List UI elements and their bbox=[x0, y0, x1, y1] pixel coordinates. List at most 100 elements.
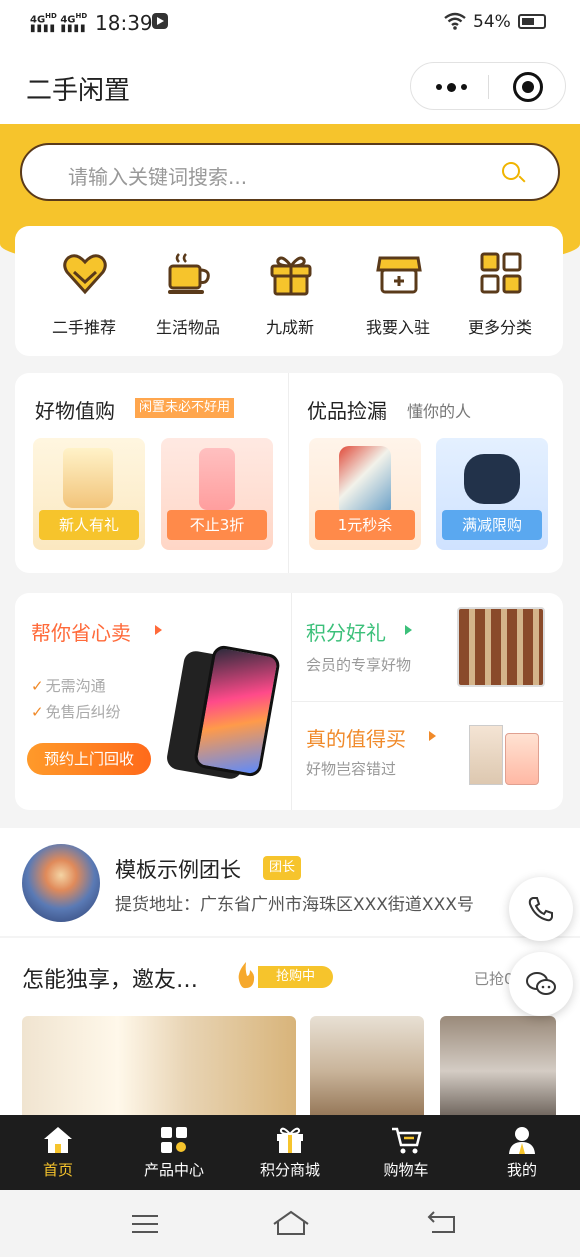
tab-label: 购物车 bbox=[383, 1161, 429, 1179]
recycle-button[interactable]: 预约上门回收 bbox=[27, 743, 151, 775]
product-image[interactable] bbox=[440, 1016, 556, 1126]
cup-icon bbox=[168, 253, 210, 294]
chat-icon bbox=[526, 972, 556, 995]
arrow-right-icon bbox=[429, 731, 436, 741]
check-label: 免售后纠纷 bbox=[45, 703, 121, 721]
phone-icon bbox=[528, 897, 553, 922]
arrow-right-icon bbox=[405, 625, 412, 635]
points-title[interactable]: 积分好礼 bbox=[306, 617, 386, 646]
flame-icon bbox=[238, 962, 255, 989]
category-panel: 二手推荐 生活物品 九成新 我要入驻 更多分类 bbox=[15, 226, 563, 356]
tab-label: 积分商城 bbox=[259, 1161, 320, 1179]
band-image bbox=[464, 454, 520, 504]
heart-icon bbox=[63, 254, 107, 295]
product-label: 1元秒杀 bbox=[315, 510, 415, 540]
close-target-icon[interactable] bbox=[513, 72, 543, 102]
grid-icon bbox=[480, 252, 522, 294]
worth-title[interactable]: 真的值得买 bbox=[306, 723, 406, 752]
menu-icon[interactable] bbox=[130, 1212, 160, 1236]
tab-product-center[interactable]: 产品中心 bbox=[116, 1115, 232, 1190]
check-item: ✓ 免售后纠纷 bbox=[31, 701, 121, 722]
category-item[interactable]: 二手推荐 bbox=[29, 226, 139, 356]
points-sub: 会员的专享好物 bbox=[306, 656, 412, 674]
lamp-image bbox=[63, 448, 113, 508]
miniprogram-capsule bbox=[410, 62, 566, 110]
chat-button[interactable] bbox=[509, 952, 573, 1016]
tab-label: 产品中心 bbox=[143, 1161, 204, 1179]
promo-panel: 帮你省心卖 ✓ 无需沟通 ✓ 免售后纠纷 预约上门回收 积分好礼 会员的专享好物 真… bbox=[15, 593, 563, 810]
check-label: 无需沟通 bbox=[45, 677, 106, 695]
tab-cart[interactable]: 购物车 bbox=[348, 1115, 464, 1190]
check-icon: ✓ bbox=[31, 677, 44, 695]
section-title: 怎能独享，邀友… bbox=[22, 968, 199, 993]
avatar bbox=[22, 844, 100, 922]
gift-icon bbox=[270, 256, 312, 296]
perfume-box-image bbox=[469, 725, 503, 785]
capsule-divider bbox=[488, 75, 489, 99]
sell-title[interactable]: 帮你省心卖 bbox=[31, 617, 131, 646]
deals-left-title[interactable]: 好物值购 bbox=[35, 395, 115, 424]
category-label: 我要入驻 bbox=[365, 318, 430, 337]
more-icon[interactable] bbox=[431, 77, 471, 97]
deals-panel: 好物值购 闲置未必不好用 优品捡漏 懂你的人 新人有礼 不止3折 1元秒杀 满减… bbox=[15, 373, 563, 573]
product-card[interactable]: 不止3折 bbox=[161, 438, 273, 550]
tab-bar: 首页 产品中心 积分商城 购物车 我的 bbox=[0, 1115, 580, 1190]
category-label: 二手推荐 bbox=[51, 318, 116, 337]
category-item[interactable]: 九成新 bbox=[235, 226, 345, 356]
leader-address: 提货地址：广东省广州市海珠区XXX街道XXX号 bbox=[115, 895, 474, 915]
status-badge: 抢购中 bbox=[258, 966, 334, 988]
product-center-icon bbox=[161, 1127, 187, 1153]
battery-percent: 54% bbox=[473, 12, 511, 32]
signal-icon: 4GHD 4GHD ▮▮▮▮ ▮▮▮▮ bbox=[30, 12, 88, 35]
deals-left-tag: 闲置未必不好用 bbox=[135, 398, 235, 418]
dress-image bbox=[339, 446, 391, 512]
category-label: 更多分类 bbox=[467, 318, 532, 337]
group-buy-section: 怎能独享，邀友… 抢购中 已抢0 bbox=[0, 938, 580, 1126]
category-item[interactable]: 生活物品 bbox=[133, 226, 243, 356]
deals-right-title[interactable]: 优品捡漏 bbox=[307, 395, 387, 424]
product-card[interactable]: 新人有礼 bbox=[33, 438, 145, 550]
nav-bar: 二手闲置 bbox=[0, 44, 580, 124]
arrow-right-icon bbox=[155, 625, 162, 635]
product-label: 新人有礼 bbox=[39, 510, 139, 540]
bottle-image bbox=[199, 448, 235, 510]
tab-points-mall[interactable]: 积分商城 bbox=[232, 1115, 348, 1190]
home-icon bbox=[44, 1127, 72, 1153]
check-item: ✓ 无需沟通 bbox=[31, 675, 106, 696]
promo-divider bbox=[291, 701, 563, 702]
sold-count: 已抢0 bbox=[474, 970, 514, 988]
tab-label: 我的 bbox=[506, 1161, 537, 1179]
points-gift-icon bbox=[277, 1127, 303, 1153]
status-time: 18:39 bbox=[95, 11, 153, 35]
leader-badge: 团长 bbox=[263, 856, 302, 880]
check-icon: ✓ bbox=[31, 703, 44, 721]
category-item[interactable]: 更多分类 bbox=[445, 226, 555, 356]
page-title: 二手闲置 bbox=[26, 76, 131, 106]
tab-profile[interactable]: 我的 bbox=[464, 1115, 580, 1190]
search-input[interactable]: 请输入关键词搜索... bbox=[20, 143, 560, 201]
product-card[interactable]: 满减限购 bbox=[436, 438, 548, 550]
worth-sub: 好物岂容错过 bbox=[306, 760, 397, 778]
perfume-image bbox=[505, 733, 539, 785]
media-icon bbox=[152, 13, 168, 29]
phone-call-button[interactable] bbox=[509, 877, 573, 941]
product-label: 不止3折 bbox=[167, 510, 267, 540]
tab-home[interactable]: 首页 bbox=[0, 1115, 116, 1190]
leader-name: 模板示例团长 bbox=[115, 858, 241, 882]
leader-card[interactable]: 模板示例团长 团长 提货地址：广东省广州市海珠区XXX街道XXX号 bbox=[0, 828, 580, 936]
wifi-icon bbox=[444, 12, 466, 35]
status-bar: 4GHD 4GHD ▮▮▮▮ ▮▮▮▮ 18:39 54% bbox=[0, 0, 580, 44]
store-icon bbox=[376, 256, 422, 294]
system-nav-bar bbox=[0, 1190, 580, 1257]
search-icon[interactable] bbox=[502, 162, 520, 180]
battery-icon bbox=[518, 14, 546, 29]
category-item[interactable]: 我要入驻 bbox=[343, 226, 453, 356]
deals-divider bbox=[288, 373, 289, 573]
product-image[interactable] bbox=[310, 1016, 424, 1126]
tab-label: 首页 bbox=[42, 1161, 73, 1179]
home-nav-icon[interactable] bbox=[272, 1210, 310, 1236]
back-icon[interactable] bbox=[426, 1210, 458, 1236]
profile-icon bbox=[509, 1127, 535, 1154]
product-image[interactable] bbox=[22, 1016, 296, 1126]
product-card[interactable]: 1元秒杀 bbox=[309, 438, 421, 550]
